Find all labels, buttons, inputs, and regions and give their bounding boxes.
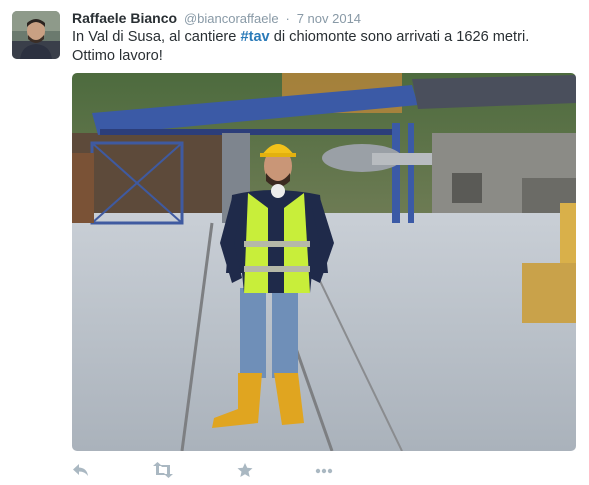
avatar-image: [12, 11, 60, 59]
hashtag-link[interactable]: #tav: [240, 29, 269, 45]
tweet-text: In Val di Susa, al cantiere #tav di chio…: [72, 28, 572, 66]
favorite-icon[interactable]: [236, 462, 258, 482]
reply-icon[interactable]: [72, 462, 94, 482]
more-icon[interactable]: [314, 462, 336, 482]
display-name[interactable]: Raffaele Bianco: [72, 10, 177, 26]
user-handle[interactable]: @biancoraffaele: [184, 11, 279, 26]
photo-image: [72, 73, 576, 451]
avatar[interactable]: [12, 11, 60, 59]
tweet-photo[interactable]: [72, 73, 576, 451]
tweet-header: Raffaele Bianco @biancoraffaele · 7 nov …: [72, 9, 361, 28]
tweet-timestamp[interactable]: 7 nov 2014: [297, 11, 361, 26]
separator-dot: ·: [285, 11, 290, 26]
retweet-icon[interactable]: [152, 462, 174, 482]
tweet-text-before: In Val di Susa, al cantiere: [72, 29, 241, 45]
